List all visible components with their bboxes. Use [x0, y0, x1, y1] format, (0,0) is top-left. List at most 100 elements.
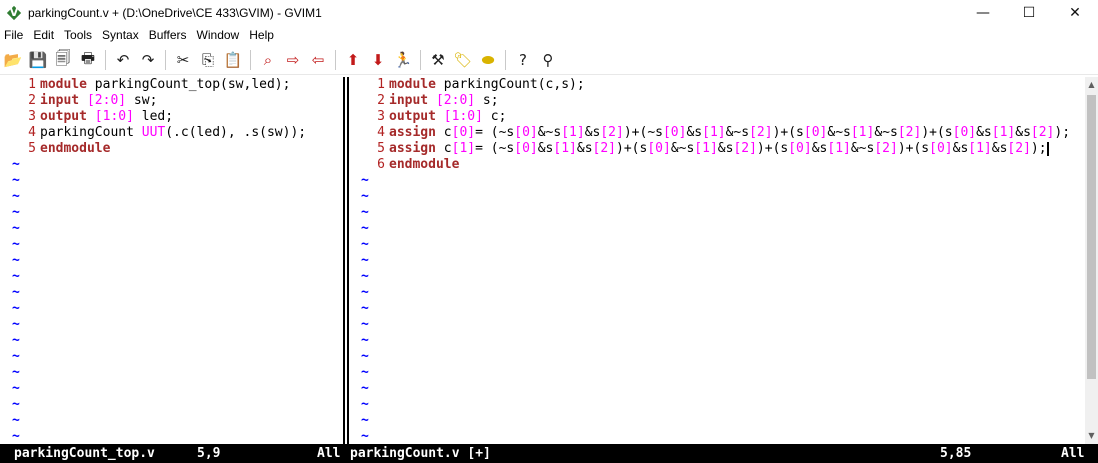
- jump-tag-icon[interactable]: ⬬: [477, 49, 499, 71]
- cut-icon[interactable]: ✂: [172, 49, 194, 71]
- code-text: &s: [717, 141, 734, 156]
- editor-pane-left[interactable]: 1 module parkingCount_top(sw,led); 2 input …: [0, 77, 343, 444]
- code-literal: [1]: [827, 141, 851, 156]
- code-literal: [2:0]: [435, 93, 476, 108]
- line-number: 2: [377, 93, 385, 108]
- code-literal: [0]: [514, 141, 538, 156]
- run-script-icon[interactable]: 🏃: [392, 49, 414, 71]
- code-literal: [1]: [451, 141, 476, 156]
- load-session-icon[interactable]: ⬆: [342, 49, 364, 71]
- code-literal: [0]: [451, 125, 476, 140]
- undo-icon[interactable]: ↶: [112, 49, 134, 71]
- find-prev-icon[interactable]: ⇦: [307, 49, 329, 71]
- empty-line-marker: ~: [12, 413, 20, 428]
- right-status-scroll: All: [1061, 446, 1085, 461]
- code-text: c: [435, 125, 452, 140]
- code-line[interactable]: 3 output [1:0] c;: [349, 109, 1085, 125]
- print-icon[interactable]: 🖶: [77, 49, 99, 71]
- code-line[interactable]: 5 endmodule: [0, 141, 343, 157]
- code-keyword: assign: [389, 141, 436, 156]
- code-line[interactable]: 6 endmodule: [349, 157, 1085, 173]
- code-literal: [0]: [662, 125, 687, 140]
- toolbar-separator: [420, 50, 421, 70]
- right-status-filename: parkingCount.v [+]: [350, 446, 491, 461]
- toolbar-separator: [335, 50, 336, 70]
- code-text: parkingCount: [40, 125, 142, 140]
- code-line[interactable]: 4 parkingCount UUT(.c(led), .s(sw));: [0, 125, 343, 141]
- code-text: &~s: [670, 141, 695, 156]
- code-text: )+(s: [772, 125, 804, 140]
- code-literal: [0]: [647, 141, 671, 156]
- line-number: 5: [28, 141, 36, 156]
- code-literal: [2]: [592, 141, 617, 156]
- line-number: 4: [28, 125, 36, 140]
- save-session-icon[interactable]: ⬇: [367, 49, 389, 71]
- menu-syntax[interactable]: Syntax: [98, 25, 145, 46]
- code-keyword: input: [40, 93, 80, 108]
- code-text: )+(s: [756, 141, 789, 156]
- scroll-up-icon[interactable]: ▲: [1085, 77, 1098, 93]
- scrollbar-thumb[interactable]: [1087, 95, 1096, 379]
- code-text: &s: [976, 125, 992, 140]
- code-literal: [0]: [803, 125, 828, 140]
- code-line[interactable]: 5 assign c[1]= (~s[0]&s[1]&s[2])+(s[0]&~s…: [349, 141, 1085, 157]
- line-number: 5: [377, 141, 385, 156]
- empty-line-marker: ~: [361, 413, 369, 428]
- code-text: &~s: [850, 141, 875, 156]
- menu-bar: File Edit Tools Syntax Buffers Window He…: [0, 25, 1098, 46]
- line-number: 1: [377, 77, 385, 92]
- code-line[interactable]: 4 assign c[0]= (~s[0]&~s[1]&s[2])+(~s[0]&…: [349, 125, 1085, 141]
- empty-line-marker: ~: [12, 301, 20, 316]
- menu-file[interactable]: File: [0, 25, 29, 46]
- empty-line-marker: ~: [12, 189, 20, 204]
- editor-pane-right[interactable]: 1 module parkingCount(c,s); 2 input [2:0] s…: [349, 77, 1085, 444]
- line-number: 6: [377, 157, 385, 172]
- empty-line-marker: ~: [361, 333, 369, 348]
- close-button[interactable]: ✕: [1052, 0, 1098, 25]
- line-number: 2: [28, 93, 36, 108]
- code-line[interactable]: 2 input [2:0] s;: [349, 93, 1085, 109]
- menu-window[interactable]: Window: [193, 25, 246, 46]
- paste-icon[interactable]: 📋: [222, 49, 244, 71]
- empty-line-marker: ~: [12, 333, 20, 348]
- make-icon[interactable]: ⚒: [427, 49, 449, 71]
- search-help-icon[interactable]: ⚲: [537, 49, 559, 71]
- code-text: s;: [475, 93, 499, 108]
- line-number: 3: [28, 109, 36, 124]
- code-line[interactable]: 1 module parkingCount(c,s);: [349, 77, 1085, 93]
- save-all-icon[interactable]: 🗐: [52, 49, 74, 71]
- empty-line-marker: ~: [361, 189, 369, 204]
- code-line[interactable]: 1 module parkingCount_top(sw,led);: [0, 77, 343, 93]
- find-replace-icon[interactable]: ⌕: [257, 49, 279, 71]
- menu-tools[interactable]: Tools: [60, 25, 98, 46]
- status-line: parkingCount_top.v 5,9 All parkingCount.…: [0, 444, 1098, 463]
- code-literal: [1]: [702, 125, 726, 140]
- minimize-button[interactable]: —: [960, 0, 1006, 25]
- empty-line-marker: ~: [361, 173, 369, 188]
- empty-line-marker: ~: [361, 285, 369, 300]
- find-next-icon[interactable]: ⇨: [282, 49, 304, 71]
- code-line[interactable]: 2 input [2:0] sw;: [0, 93, 343, 109]
- toolbar-separator: [250, 50, 251, 70]
- run-ctags-icon[interactable]: 🏷: [452, 49, 474, 71]
- open-icon[interactable]: 📂: [2, 49, 24, 71]
- code-literal: [0]: [514, 125, 538, 140]
- scroll-down-icon[interactable]: ▼: [1085, 428, 1098, 444]
- menu-buffers[interactable]: Buffers: [145, 25, 193, 46]
- help-icon[interactable]: ?: [512, 49, 534, 71]
- save-icon[interactable]: 💾: [27, 49, 49, 71]
- copy-icon[interactable]: ⎘: [197, 49, 219, 71]
- empty-line-marker: ~: [12, 253, 20, 268]
- maximize-button[interactable]: ☐: [1006, 0, 1052, 25]
- code-line[interactable]: 3 output [1:0] led;: [0, 109, 343, 125]
- code-literal: [2]: [897, 125, 922, 140]
- menu-edit[interactable]: Edit: [29, 25, 60, 46]
- title-bar: V parkingCount.v + (D:\OneDrive\CE 433\G…: [0, 0, 1098, 25]
- code-literal: [1]: [968, 141, 992, 156]
- redo-icon[interactable]: ↷: [137, 49, 159, 71]
- code-keyword: input: [389, 93, 429, 108]
- menu-help[interactable]: Help: [245, 25, 280, 46]
- vertical-scrollbar[interactable]: ▲ ▼: [1085, 77, 1098, 444]
